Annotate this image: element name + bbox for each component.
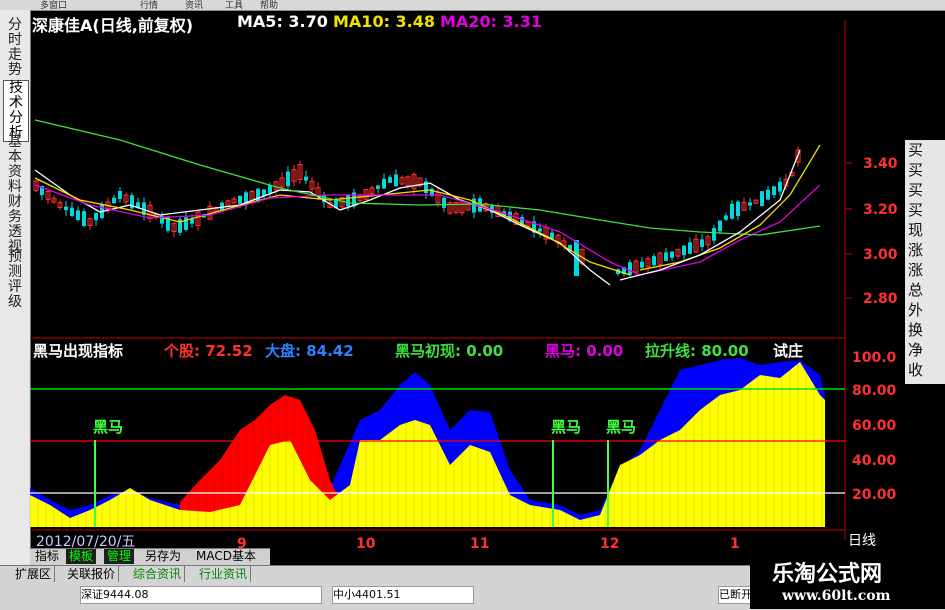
candle-body <box>94 212 98 221</box>
expand-area-button[interactable]: 扩展区 <box>12 566 56 582</box>
watermark-title: 乐淘公式网 <box>772 562 883 587</box>
chart-canvas[interactable]: 黑马 黑马 黑马 3.40 3.20 3.00 2.80 100.0 80.00 60.00 40… <box>0 0 945 609</box>
indicator-tick: 20.00 <box>852 487 897 503</box>
candle-body <box>718 220 722 232</box>
month-tick: 1 <box>730 536 740 552</box>
candle-body <box>652 256 656 266</box>
tab-macd-basic[interactable]: MACD基本 <box>193 549 259 564</box>
candle-body <box>64 206 68 211</box>
indicator-tick: 80.00 <box>852 383 897 399</box>
bottom-tab-bar: 指标 模板 管理 另存为 MACD基本 <box>30 548 270 565</box>
ma5-label: MA5: 3.70 <box>237 12 328 31</box>
candle-body <box>220 202 224 210</box>
general-info-button[interactable]: 综合资讯 <box>130 566 186 582</box>
candle-body <box>724 215 728 220</box>
month-tick: 10 <box>356 536 376 552</box>
price-tick: 2.80 <box>863 291 898 307</box>
indicator-tick: 100.0 <box>852 350 897 366</box>
candle-body <box>670 251 674 258</box>
tab-manage[interactable]: 管理 <box>104 549 135 564</box>
heima-marker-label: 黑马 <box>93 418 123 436</box>
candle-body <box>730 203 734 219</box>
candle-body <box>286 171 290 187</box>
candle-body <box>268 185 272 194</box>
month-tick: 12 <box>600 536 619 552</box>
candle-body <box>772 186 776 196</box>
candle-body <box>640 261 644 268</box>
tab-indicator[interactable]: 指标 <box>32 549 62 564</box>
indicator-shizhuang: 试庄 <box>773 342 804 360</box>
moving-average-lines <box>34 119 821 286</box>
indicator-first-appear: 黑马初现: 0.00 <box>395 342 504 360</box>
tab-template[interactable]: 模板 <box>66 549 97 564</box>
period-label: 日线 <box>848 533 876 549</box>
heima-marker-label: 黑马 <box>606 418 636 436</box>
industry-info-button[interactable]: 行业资讯 <box>196 566 252 582</box>
ma20-line <box>34 184 821 276</box>
indicator-tick: 40.00 <box>852 453 897 469</box>
candle-body <box>76 210 80 221</box>
candle-body <box>712 228 716 241</box>
candle-body <box>682 245 686 256</box>
candle-body <box>118 191 122 199</box>
candle-body <box>688 242 692 254</box>
candle-body <box>382 178 386 189</box>
candle-body <box>184 217 188 230</box>
indicator-stock-value: 个股: 72.52 <box>164 342 253 360</box>
candle-body <box>304 176 308 181</box>
candle-body <box>760 191 764 207</box>
indicator-area <box>29 358 825 527</box>
candle-body <box>394 174 398 187</box>
indicator-market-value: 大盘: 84.42 <box>265 342 354 360</box>
candlestick-series <box>33 146 801 279</box>
ma5-line-right <box>619 149 801 281</box>
price-tick: 3.40 <box>863 156 898 172</box>
candle-body <box>82 211 86 227</box>
indicator-pullup-value: 拉升线: 80.00 <box>645 342 749 360</box>
indicator-name: 黑马出现指标 <box>33 342 124 360</box>
right-quote-tabs: 买买买买现涨涨总外换净收 <box>905 140 945 384</box>
ma20-label: MA20: 3.31 <box>440 12 543 31</box>
candle-body <box>112 197 116 204</box>
candle-body <box>628 262 632 276</box>
sme-index: 中小4401.51 <box>332 586 474 604</box>
month-tick: 11 <box>470 536 489 552</box>
candle-body <box>376 185 380 189</box>
candle-body <box>388 177 392 183</box>
ma10-line <box>34 177 631 276</box>
heima-marker-label: 黑马 <box>551 418 581 436</box>
related-quote-button[interactable]: 关联报价 <box>64 566 120 582</box>
candle-body <box>346 195 350 207</box>
indicator-tick: 60.00 <box>852 418 897 434</box>
candle-body <box>664 252 668 261</box>
candle-body <box>778 181 782 192</box>
candle-body <box>538 228 542 232</box>
candle-body <box>700 239 704 248</box>
candle-body <box>748 202 752 206</box>
tab-save-as[interactable]: 另存为 <box>142 549 184 564</box>
price-tick: 3.00 <box>863 247 898 263</box>
ma10-label: MA10: 3.48 <box>333 12 436 31</box>
candle-body <box>70 207 74 216</box>
candle-body <box>238 195 242 204</box>
indicator-heima-value: 黑马: 0.00 <box>545 342 624 360</box>
price-tick: 3.20 <box>863 202 898 218</box>
ma5-line <box>34 169 611 286</box>
candle-body <box>766 189 770 200</box>
stock-title: 深康佳A(日线,前复权) <box>32 16 194 35</box>
candle-body <box>442 197 446 208</box>
right-tab-labels[interactable]: 买买买买现涨涨总外换净收 <box>908 140 928 380</box>
shenzhen-index: 深证9444.08 <box>80 586 322 604</box>
watermark-url: www.60lt.com <box>782 588 891 604</box>
candle-body <box>736 201 740 216</box>
